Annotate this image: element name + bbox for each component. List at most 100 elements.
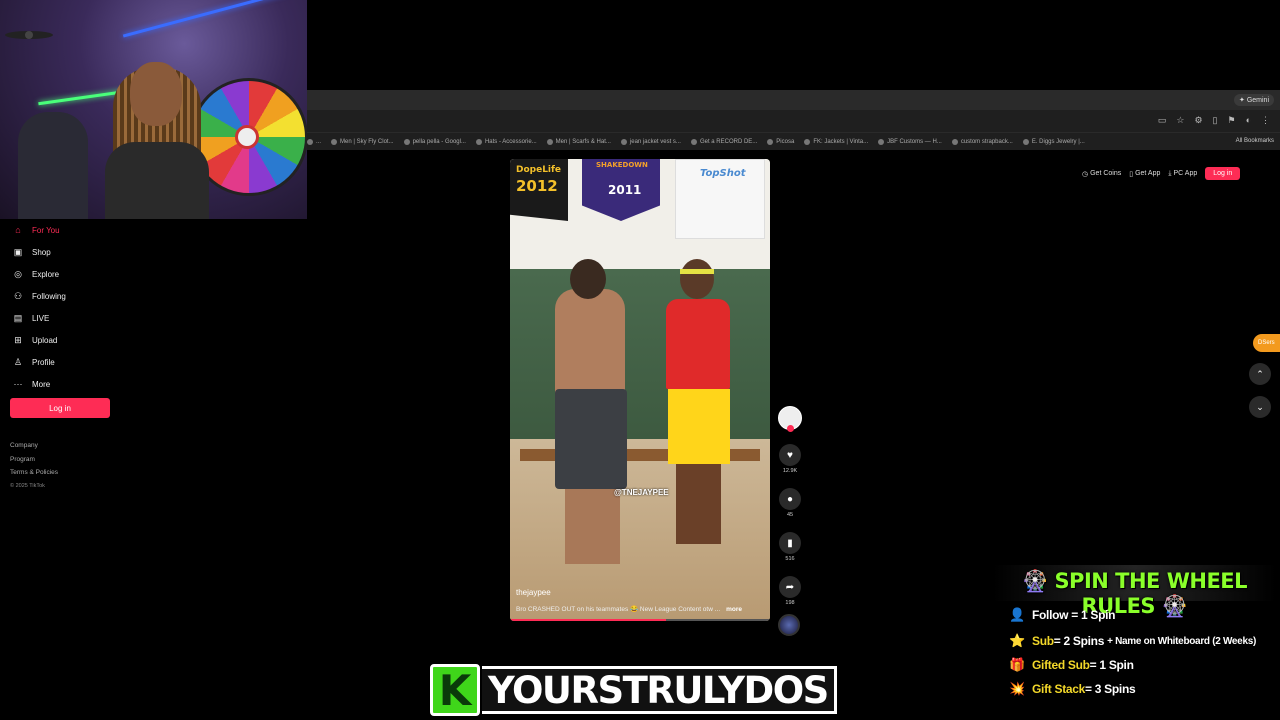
footer-link-terms[interactable]: Terms & Policies (10, 466, 58, 480)
bookmark-item[interactable]: Hats - Accessorie... (476, 139, 537, 145)
comment-count: 45 (786, 512, 794, 518)
video-player[interactable]: DopeLife 2012 SHAKEDOWN 2011 TopShot @TN… (510, 159, 770, 621)
sidebar-item-following[interactable]: ⚇ Following (0, 285, 130, 307)
banner-shakedown-text: SHAKEDOWN (596, 161, 648, 169)
footer-link-program[interactable]: Program (10, 453, 58, 467)
rule-sub: ⭐ Sub = 2 Spins + Name on Whiteboard (2 … (1009, 633, 1256, 649)
sidebar-item-upload[interactable]: ⊞ Upload (0, 329, 130, 351)
sidebar-item-label: Following (32, 291, 66, 301)
compass-icon: ◎ (14, 268, 22, 279)
sidebar-item-label: More (32, 379, 51, 389)
get-app-button[interactable]: ▯ Get App (1129, 170, 1160, 178)
explosion-icon: 💥 (1009, 681, 1025, 696)
get-coins-label: Get Coins (1090, 170, 1122, 177)
extension-icon[interactable]: ⚙ (1194, 115, 1202, 126)
top-login-button[interactable]: Log in (1205, 167, 1241, 180)
rule-text: = 3 Spins (1085, 682, 1136, 696)
pc-app-label: PC App (1173, 170, 1198, 177)
share-button[interactable]: ➦ 198 (778, 576, 802, 606)
menu-icon[interactable]: ⋮ (1261, 115, 1270, 126)
footer-link-company[interactable]: Company (10, 439, 58, 453)
player1-head (570, 259, 606, 299)
player2-shorts (668, 389, 730, 464)
all-bookmarks[interactable]: All Bookmarks (1236, 138, 1274, 144)
save-button[interactable]: ▮ 516 (778, 532, 802, 562)
live-icon: ▤ (13, 312, 23, 323)
get-coins-button[interactable]: ◷ Get Coins (1082, 170, 1121, 178)
rule-prefix: Sub (1032, 634, 1054, 648)
browser-address-bar[interactable]: ▭ ☆ ⚙ ▯ ⚑ ◐ ⋮ (307, 110, 1280, 132)
sidebar-item-label: Explore (32, 269, 60, 279)
browser-tab-bar: ✦ Gemini (307, 90, 1280, 110)
prize-wheel-center (235, 125, 259, 149)
gemini-button[interactable]: ✦ Gemini (1234, 94, 1274, 106)
music-disc-icon[interactable] (778, 614, 800, 636)
bookmark-item[interactable]: E. Diggs Jewelry |... (1023, 139, 1085, 145)
sidebar-login-button[interactable]: Log in (10, 398, 110, 418)
kick-logo-icon: K (430, 664, 480, 716)
player2-headband (680, 269, 714, 274)
get-app-label: Get App (1135, 170, 1161, 177)
bookmark-item[interactable]: Get a RECORD DE... (691, 139, 757, 145)
sidebar-item-more[interactable]: ··· More (0, 373, 130, 395)
bookmark-item[interactable]: ... (307, 139, 321, 145)
sidebar-item-shop[interactable]: ▣ Shop (0, 241, 130, 263)
caption-text: Bro CRASHED OUT on his teammates 😂 New L… (516, 606, 721, 613)
sidebar-footer: Company Program Terms & Policies © 2025 … (10, 439, 58, 493)
player2-jersey (666, 299, 730, 389)
like-button[interactable]: ♥ 12.9K (778, 444, 802, 474)
sidebar-item-for-you[interactable]: ⌂ For You (0, 219, 130, 241)
bookmark-item[interactable]: FK: Jackets | Vinta... (804, 139, 868, 145)
tiktok-sidebar: ⌂ For You ▣ Shop ◎ Explore ⚇ Following ▤… (0, 219, 130, 395)
next-video-button[interactable]: ⌄ (1249, 396, 1271, 418)
extension-icon-3[interactable]: ◐ (1246, 115, 1251, 126)
more-icon: ··· (13, 379, 23, 389)
pc-app-button[interactable]: ⤓ PC App (1168, 170, 1197, 178)
streamer (95, 62, 215, 219)
rule-gifted-sub: 🎁 Gifted Sub = 1 Spin (1009, 657, 1134, 673)
sidebar-item-profile[interactable]: ♙ Profile (0, 351, 130, 373)
creator-avatar[interactable] (778, 406, 802, 432)
previous-video-button[interactable]: ⌃ (1249, 363, 1271, 385)
streamer-name: YOURSTRULYDOS (482, 666, 837, 714)
bookmark-star-icon[interactable]: ☆ (1176, 115, 1184, 126)
webcam-feed (0, 0, 307, 219)
caption-more-link[interactable]: more (726, 606, 742, 613)
spin-wheel-rules-overlay: 🎡 SPIN THE WHEEL RULES 🎡 👤 Follow = 1 Sp… (993, 563, 1276, 703)
bookmark-icon: ▮ (779, 532, 801, 554)
sidebar-item-explore[interactable]: ◎ Explore (0, 263, 130, 285)
cast-icon[interactable]: ▭ (1158, 115, 1167, 126)
video-progress-bar[interactable] (510, 619, 770, 621)
bookmark-item[interactable]: Picosa (767, 139, 794, 145)
bookmark-item[interactable]: pella pella - Googl... (404, 139, 466, 145)
bookmark-item[interactable]: JBF Customs — H... (878, 139, 942, 145)
video-action-rail: ♥ 12.9K ● 45 ▮ 516 ➦ 198 (778, 406, 802, 636)
share-count: 198 (785, 600, 795, 606)
profile-icon: ♙ (13, 356, 23, 367)
sidepanel-icon[interactable]: ▯ (1213, 115, 1218, 126)
bookmark-item[interactable]: custom strapback... (952, 139, 1013, 145)
comment-button[interactable]: ● 45 (778, 488, 802, 518)
extension-icon-2[interactable]: ⚑ (1227, 115, 1235, 126)
banner-dopelife: DopeLife 2012 (510, 159, 568, 221)
home-icon: ⌂ (15, 225, 21, 235)
bookmark-item[interactable]: Men | Sky Fly Clot... (331, 139, 394, 145)
like-count: 12.9K (782, 468, 798, 474)
bookmark-item[interactable]: jean jacket vest s... (621, 139, 681, 145)
background-person (18, 112, 88, 219)
ferris-wheel-icon: 🎡 (1021, 569, 1048, 593)
player1-shorts (555, 389, 627, 489)
bookmark-item[interactable]: Men | Scarfs & Hat... (547, 139, 611, 145)
following-icon: ⚇ (13, 290, 23, 301)
share-icon: ➦ (779, 576, 801, 598)
video-caption: Bro CRASHED OUT on his teammates 😂 New L… (516, 605, 742, 613)
video-author[interactable]: thejaypee (516, 588, 551, 597)
rule-text: Follow = 1 Spin (1032, 608, 1116, 622)
sidebar-item-live[interactable]: ▤ LIVE (0, 307, 130, 329)
streamer-body (105, 142, 209, 219)
dsers-extension-tab[interactable]: DSers (1253, 334, 1280, 352)
heart-icon: ♥ (779, 444, 801, 466)
sidebar-item-label: For You (32, 225, 60, 235)
led-strip-blue (122, 0, 307, 38)
upload-icon: ⊞ (14, 334, 22, 345)
